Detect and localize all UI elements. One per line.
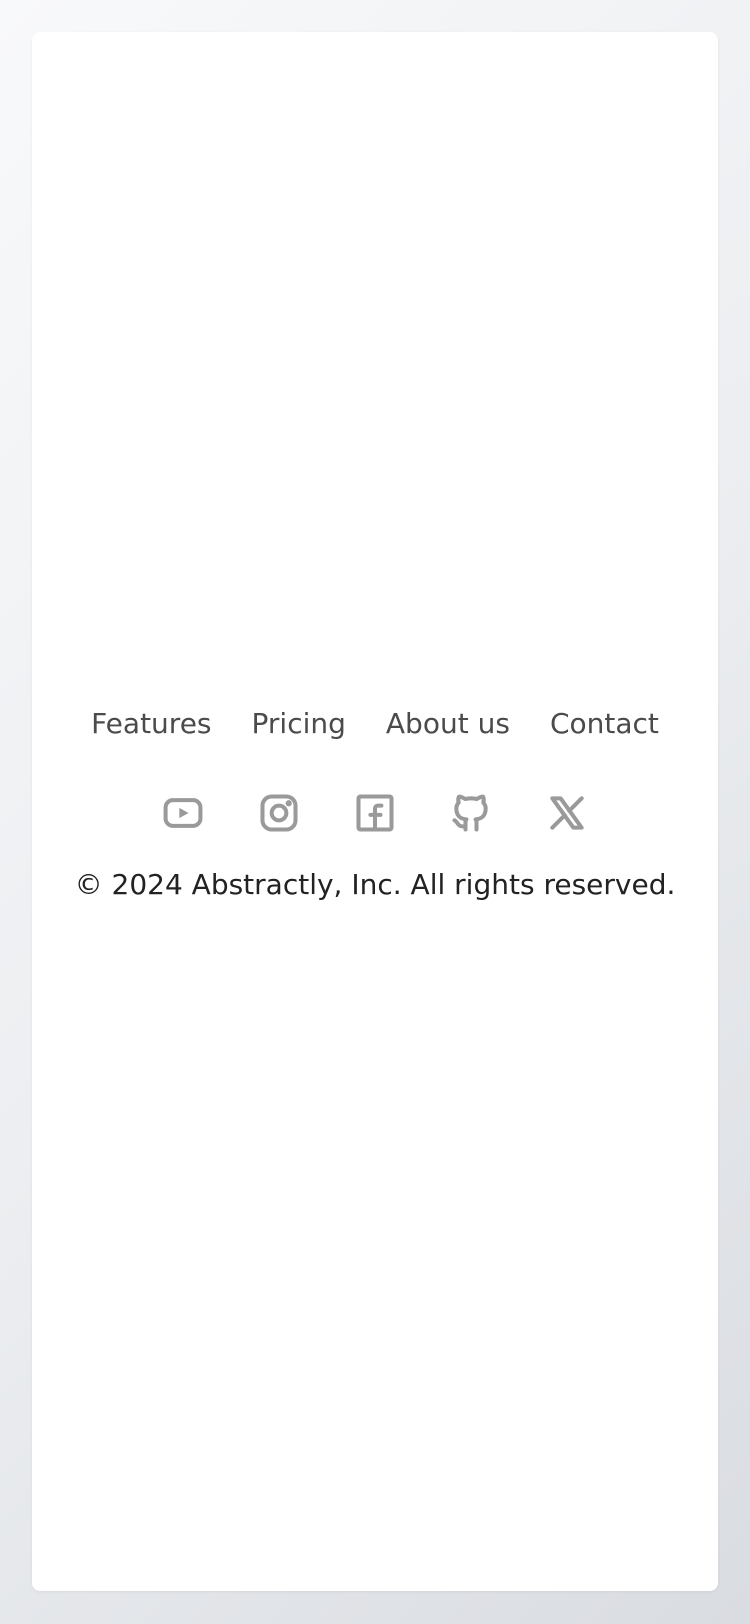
nav-link-features[interactable]: Features (91, 702, 211, 747)
youtube-icon[interactable] (161, 791, 205, 835)
facebook-icon[interactable] (353, 791, 397, 835)
instagram-icon[interactable] (257, 791, 301, 835)
social-links (161, 791, 589, 835)
nav-link-contact[interactable]: Contact (550, 702, 659, 747)
x-icon[interactable] (545, 791, 589, 835)
copyright-text: © 2024 Abstractly, Inc. All rights reser… (74, 867, 676, 901)
github-icon[interactable] (449, 791, 493, 835)
page-card: Features Pricing About us Contact © 2024… (32, 32, 718, 1591)
nav-link-pricing[interactable]: Pricing (252, 702, 346, 747)
site-footer: Features Pricing About us Contact © 2024… (32, 702, 718, 904)
footer-nav: Features Pricing About us Contact (91, 702, 659, 747)
nav-link-about-us[interactable]: About us (386, 702, 510, 747)
